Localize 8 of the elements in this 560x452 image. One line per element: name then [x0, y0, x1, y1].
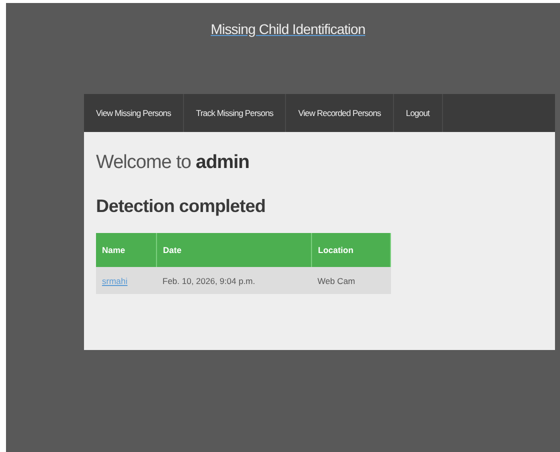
column-header: Date: [156, 233, 312, 267]
site-title-link[interactable]: Missing Child Identification: [210, 21, 366, 37]
detection-heading: Detection completed: [96, 196, 266, 217]
welcome-text: Welcome to admin: [96, 152, 250, 174]
table-cell: Web Cam: [312, 267, 390, 294]
table-cell: Feb. 10, 2026, 9:04 p.m.: [156, 267, 312, 294]
column-header: Location: [312, 233, 390, 267]
column-header: Name: [96, 233, 156, 267]
